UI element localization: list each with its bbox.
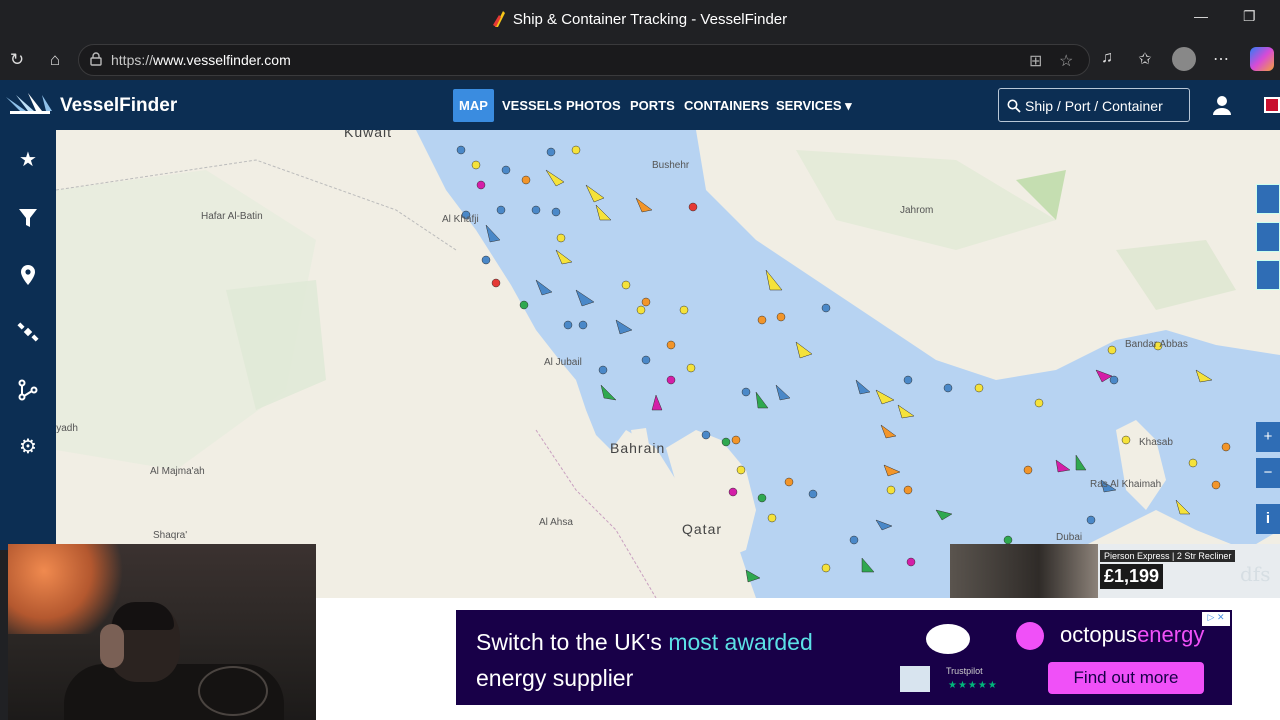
favicon-icon — [492, 11, 505, 27]
restore-icon[interactable]: ❐ — [1243, 8, 1256, 25]
map-layers-button[interactable] — [1256, 184, 1280, 214]
measure-tool-button[interactable] — [1256, 260, 1280, 290]
map-label-dubai: Dubai — [1056, 532, 1083, 543]
webcam-overlay — [8, 544, 316, 720]
octopus-logo-icon — [1016, 622, 1044, 650]
adchoices-icon[interactable]: ▷ ✕ — [1202, 612, 1230, 626]
site-logo[interactable]: VesselFinder — [6, 93, 177, 120]
location-pin-icon[interactable] — [16, 263, 40, 287]
map-label-hafar: Hafar Al-Batin — [201, 211, 263, 222]
media-icon[interactable]: ♫ — [1096, 49, 1118, 67]
map-label-shaqra: Shaqra' — [153, 530, 188, 541]
trustpilot-label: Trustpilot — [946, 666, 983, 676]
map-label-jubail: Al Jubail — [544, 357, 582, 368]
language-flag-icon[interactable] — [1264, 97, 1280, 113]
zoom-out-button[interactable]: − — [1256, 458, 1280, 488]
satellite-icon[interactable] — [16, 320, 40, 344]
route-icon[interactable] — [16, 378, 40, 402]
map-label-khafji: Al Khafji — [442, 214, 479, 225]
which-award-badge — [926, 624, 970, 654]
nav-vessels[interactable]: VESSELS — [502, 98, 562, 113]
map-label-riyadh: iyadh — [56, 423, 78, 434]
search-box[interactable]: Ship / Port / Container — [998, 88, 1190, 122]
url-field[interactable]: https://www.vesselfinder.com ⊞ ☆ — [78, 44, 1090, 76]
star-icon[interactable]: ★ — [16, 148, 40, 172]
home-icon[interactable]: ⌂ — [44, 49, 66, 71]
ad-headline: Switch to the UK's most awarded energy s… — [476, 629, 813, 691]
address-bar-row: ↻ ⌂ https://www.vesselfinder.com ⊞ ☆ ♫ ✩… — [0, 40, 1280, 80]
refresh-icon[interactable]: ↻ — [6, 49, 28, 71]
octopus-energy-ad[interactable]: Switch to the UK's most awarded energy s… — [456, 610, 1232, 705]
dfs-price: £1,199 — [1100, 564, 1164, 589]
map-label-bushehr: Bushehr — [652, 160, 690, 171]
nav-ports[interactable]: PORTS — [630, 98, 675, 113]
map-label-bahrain: Bahrain — [610, 440, 666, 456]
map-canvas — [56, 130, 1280, 598]
dfs-banner-ad[interactable]: Pierson Express | 2 Str Recliner £1,199 … — [950, 544, 1280, 598]
filter-icon[interactable] — [16, 206, 40, 230]
info-button[interactable]: i — [1256, 504, 1280, 534]
map-label-qatar: Qatar — [682, 521, 723, 537]
copilot-icon[interactable] — [1250, 47, 1274, 71]
find-out-more-button[interactable]: Find out more — [1048, 662, 1204, 694]
dfs-product-tag: Pierson Express | 2 Str Recliner — [1100, 550, 1236, 562]
site-header: VesselFinder MAP VESSELS PHOTOS PORTS CO… — [0, 80, 1280, 130]
search-icon — [1007, 99, 1021, 113]
map-label-khasab: Khasab — [1139, 437, 1173, 448]
url-text: https://www.vesselfinder.com — [111, 52, 291, 68]
profile-avatar[interactable] — [1172, 47, 1196, 71]
sofa-image — [950, 544, 1098, 598]
octopus-brand: octopusenergy — [1060, 622, 1205, 647]
user-icon[interactable] — [1212, 95, 1232, 115]
ship-logo-icon — [6, 93, 52, 114]
nav-containers[interactable]: CONTAINERS — [684, 98, 769, 113]
map-label-bandar-abbas: Bandar Abbas — [1125, 339, 1188, 350]
settings-gear-icon[interactable]: ⚙ — [16, 435, 40, 459]
dfs-logo: dfs — [1240, 562, 1271, 586]
map-sidebar: ★ ⚙ — [0, 130, 56, 550]
ethical-badge — [900, 666, 930, 692]
map-label-al-ahsa: Al Ahsa — [539, 517, 573, 528]
trustpilot-stars: ★★★★★ — [948, 680, 998, 691]
window-title: Ship & Container Tracking - VesselFinder — [0, 11, 1280, 28]
map-label-jahrom: Jahrom — [900, 205, 934, 216]
nav-services[interactable]: SERVICES ▾ — [776, 98, 852, 114]
map-label-ras-al-khaimah: Ras Al Khaimah — [1090, 479, 1162, 490]
zoom-in-button[interactable]: + — [1256, 422, 1280, 452]
favorite-star-icon[interactable]: ☆ — [1059, 51, 1073, 71]
site-name: VesselFinder — [60, 95, 178, 116]
nav-map[interactable]: MAP — [453, 89, 494, 122]
minimize-icon[interactable]: — — [1194, 8, 1208, 24]
lock-icon — [90, 52, 102, 66]
vessel-map[interactable]: Kuwait Bushehr Hafar Al-Batin Al Khafji … — [56, 130, 1280, 598]
more-menu-icon[interactable]: ⋯ — [1210, 49, 1232, 69]
browser-title-bar: Ship & Container Tracking - VesselFinder… — [0, 0, 1280, 40]
map-label-majmaah: Al Majma'ah — [150, 466, 205, 477]
favorites-icon[interactable]: ✩ — [1134, 49, 1156, 69]
weather-layer-button[interactable] — [1256, 222, 1280, 252]
app-grid-icon[interactable]: ⊞ — [1029, 51, 1042, 71]
map-label-kuwait: Kuwait — [344, 130, 393, 140]
nav-photos[interactable]: PHOTOS — [566, 98, 621, 113]
